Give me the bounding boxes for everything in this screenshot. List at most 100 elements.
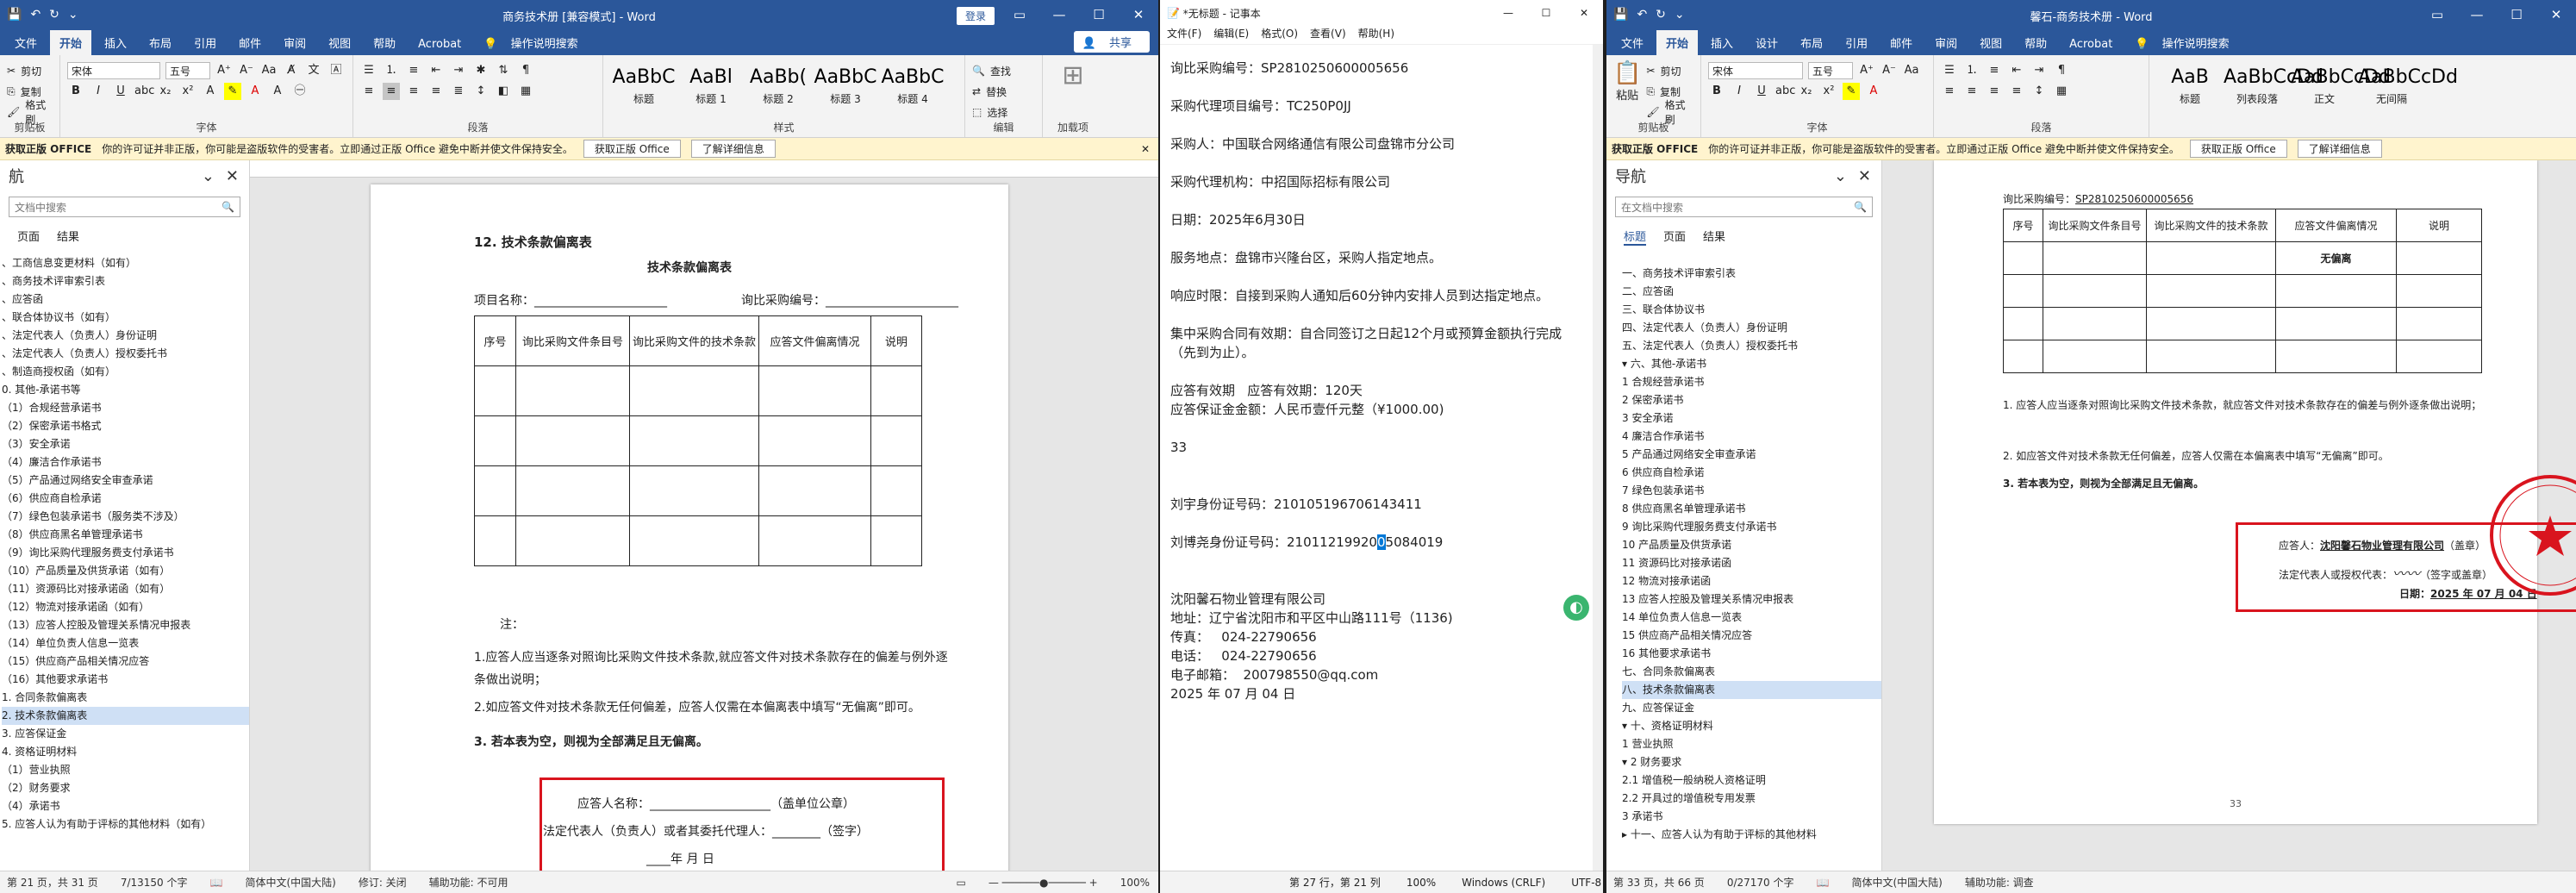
strikethrough-icon[interactable]: abc	[1775, 83, 1795, 100]
word-count[interactable]: 0/27170 个字	[1727, 875, 1794, 890]
nav-heading-item[interactable]: 9 询比采购代理服务费支付承诺书	[1622, 518, 1881, 536]
nav-heading-item[interactable]: 1 营业执照	[1622, 735, 1881, 753]
nav-heading-item[interactable]: （5）产品通过网络安全审查承诺	[2, 471, 249, 490]
replace-button[interactable]: ⇄ 替换	[972, 81, 1035, 102]
nav-heading-item[interactable]: 12 物流对接承诺函	[1622, 572, 1881, 590]
tab-design[interactable]: 设计	[1746, 30, 1787, 55]
nav-search-input[interactable]: 文档中搜索 🔍	[9, 197, 240, 217]
nav-options-icon[interactable]: ⌄	[202, 167, 215, 185]
tab-help[interactable]: 帮助	[364, 30, 405, 55]
justify-icon[interactable]: ≡	[2008, 83, 2025, 100]
shading-icon[interactable]: ◧	[495, 83, 512, 100]
nav-heading-item[interactable]: （8）供应商黑名单管理承诺书	[2, 526, 249, 544]
tab-insert[interactable]: 插入	[95, 30, 136, 55]
nav-options-icon[interactable]: ⌄	[1834, 167, 1847, 185]
nav-heading-item[interactable]: 、工商信息变更材料（如有）	[2, 254, 249, 272]
tab-references[interactable]: 引用	[184, 30, 226, 55]
nav-heading-item[interactable]: 1. 合同条款偏离表	[2, 689, 249, 707]
char-border-icon[interactable]: 🄰	[327, 62, 345, 79]
nav-heading-item[interactable]: （12）物流对接承诺函（如有）	[2, 598, 249, 616]
align-right-icon[interactable]: ≡	[1986, 83, 2003, 100]
language[interactable]: 简体中文(中国大陆)	[1851, 875, 1942, 890]
learn-more-button[interactable]: 了解详细信息	[690, 140, 776, 158]
nav-heading-item[interactable]: 七、合同条款偏离表	[1622, 663, 1881, 681]
nav-heading-item[interactable]: （14）单位负责人信息一览表	[2, 634, 249, 653]
nav-heading-item[interactable]: 0. 其他-承诺书等	[2, 381, 249, 399]
nav-heading-item[interactable]: 三、联合体协议书	[1622, 301, 1881, 319]
tab-view[interactable]: 视图	[319, 30, 360, 55]
decrease-indent-icon[interactable]: ⇤	[427, 62, 445, 79]
nav-heading-item[interactable]: （1）营业执照	[2, 761, 249, 779]
tab-mailings[interactable]: 邮件	[229, 30, 271, 55]
close-icon[interactable]: ✕	[1119, 0, 1158, 29]
line-spacing-icon[interactable]: ↕	[2030, 83, 2048, 100]
notepad-scrollbar[interactable]	[1593, 45, 1603, 871]
tab-view[interactable]: 视图	[1970, 30, 2012, 55]
document-page[interactable]: 询比采购编号：SP2810250600005656 序号 询比采购文件条目号 询…	[1934, 160, 2576, 824]
customize-icon[interactable]: ⌄	[68, 8, 78, 22]
word-count[interactable]: 7/13150 个字	[121, 875, 188, 890]
align-center-icon[interactable]: ≡	[1963, 83, 1980, 100]
accessibility[interactable]: 辅助功能: 不可用	[429, 875, 508, 890]
proofing-icon[interactable]: 📖	[209, 877, 222, 889]
undo-icon[interactable]: ↶	[1637, 8, 1647, 22]
paste-button[interactable]: 📋 粘贴	[1613, 60, 1641, 122]
tab-layout[interactable]: 布局	[140, 30, 181, 55]
nav-tab-pages[interactable]: 页面	[1663, 228, 1686, 246]
nav-heading-item[interactable]: ▸ 十一、应答人认为有助于评标的其他材料	[1622, 826, 1881, 844]
tell-me-search[interactable]: 💡 操作说明搜索	[474, 30, 596, 55]
nav-heading-item[interactable]: （9）询比采购代理服务费支付承诺书	[2, 544, 249, 562]
change-case-icon[interactable]: Aa	[260, 62, 278, 79]
distributed-icon[interactable]: ≣	[450, 83, 467, 100]
document-page[interactable]: 12. 技术条款偏离表 技术条款偏离表 项目名称：_______________…	[371, 184, 1008, 871]
subscript-icon[interactable]: x₂	[157, 83, 174, 100]
style-gallery-item[interactable]: AaB 标题	[2156, 60, 2224, 117]
nav-search-input[interactable]: 在文档中搜索 🔍	[1615, 197, 1873, 217]
nav-heading-item[interactable]: 8 供应商黑名单管理承诺书	[1622, 500, 1881, 518]
tab-layout[interactable]: 布局	[1791, 30, 1832, 55]
maximize-icon[interactable]: ☐	[1527, 0, 1565, 26]
style-gallery-item[interactable]: AaBbCcDd 列表段落	[2224, 60, 2323, 117]
enclose-char-icon[interactable]: ㊀	[291, 83, 309, 100]
menu-edit[interactable]: 编辑(E)	[1213, 26, 1249, 44]
font-color-icon[interactable]: A	[1865, 83, 1882, 100]
increase-indent-icon[interactable]: ⇥	[2030, 62, 2048, 79]
login-button[interactable]: 登录	[956, 7, 995, 25]
language[interactable]: 简体中文(中国大陆)	[245, 875, 335, 890]
italic-icon[interactable]: I	[90, 83, 107, 100]
multilevel-icon[interactable]: ≡	[405, 62, 422, 79]
borders-icon[interactable]: ▦	[2053, 83, 2070, 100]
nav-heading-item[interactable]: 一、商务技术评审索引表	[1622, 265, 1881, 283]
increase-indent-icon[interactable]: ⇥	[450, 62, 467, 79]
nav-heading-item[interactable]: 八、技术条款偏离表	[1622, 681, 1881, 699]
nav-heading-item[interactable]: 、法定代表人（负责人）授权委托书	[2, 345, 249, 363]
nav-heading-item[interactable]: 4 廉洁合作承诺书	[1622, 428, 1881, 446]
tab-review[interactable]: 审阅	[274, 30, 315, 55]
cut-button[interactable]: ✂ 剪切	[1646, 60, 1693, 81]
bullets-icon[interactable]: ☰	[360, 62, 377, 79]
nav-heading-item[interactable]: 3. 应答保证金	[2, 725, 249, 743]
nav-heading-item[interactable]: 四、法定代表人（负责人）身份证明	[1622, 319, 1881, 337]
font-color-icon[interactable]: A	[246, 83, 264, 100]
infobar-close-icon[interactable]: ✕	[1141, 143, 1150, 155]
save-icon[interactable]: 💾	[1613, 8, 1628, 22]
track-changes[interactable]: 修订: 关闭	[359, 875, 407, 890]
style-gallery-item[interactable]: AaBb(标题 2	[745, 60, 812, 117]
learn-more-button[interactable]: 了解详细信息	[2297, 140, 2382, 158]
nav-heading-item[interactable]: 10 产品质量及供货承诺	[1622, 536, 1881, 554]
show-marks-icon[interactable]: ¶	[2053, 62, 2070, 79]
nav-heading-item[interactable]: （1）合规经营承诺书	[2, 399, 249, 417]
underline-icon[interactable]: U	[112, 83, 129, 100]
bullets-icon[interactable]: ☰	[1941, 62, 1958, 79]
redo-icon[interactable]: ↻	[49, 8, 59, 22]
menu-format[interactable]: 格式(O)	[1261, 26, 1298, 44]
floating-assistant-icon[interactable]: ◐	[1563, 595, 1589, 621]
focus-mode-icon[interactable]: ▭	[956, 877, 965, 889]
tab-acrobat[interactable]: Acrobat	[409, 34, 471, 55]
notepad-editor[interactable]: 询比采购编号：SP2810250600005656 采购代理项目编号：TC250…	[1170, 59, 1591, 703]
tab-acrobat[interactable]: Acrobat	[2060, 34, 2122, 55]
tab-references[interactable]: 引用	[1836, 30, 1877, 55]
nav-heading-item[interactable]: （13）应答人控股及管理关系情况申报表	[2, 616, 249, 634]
horizontal-ruler[interactable]	[250, 160, 1158, 178]
font-name-select[interactable]: 宋体	[67, 62, 160, 79]
